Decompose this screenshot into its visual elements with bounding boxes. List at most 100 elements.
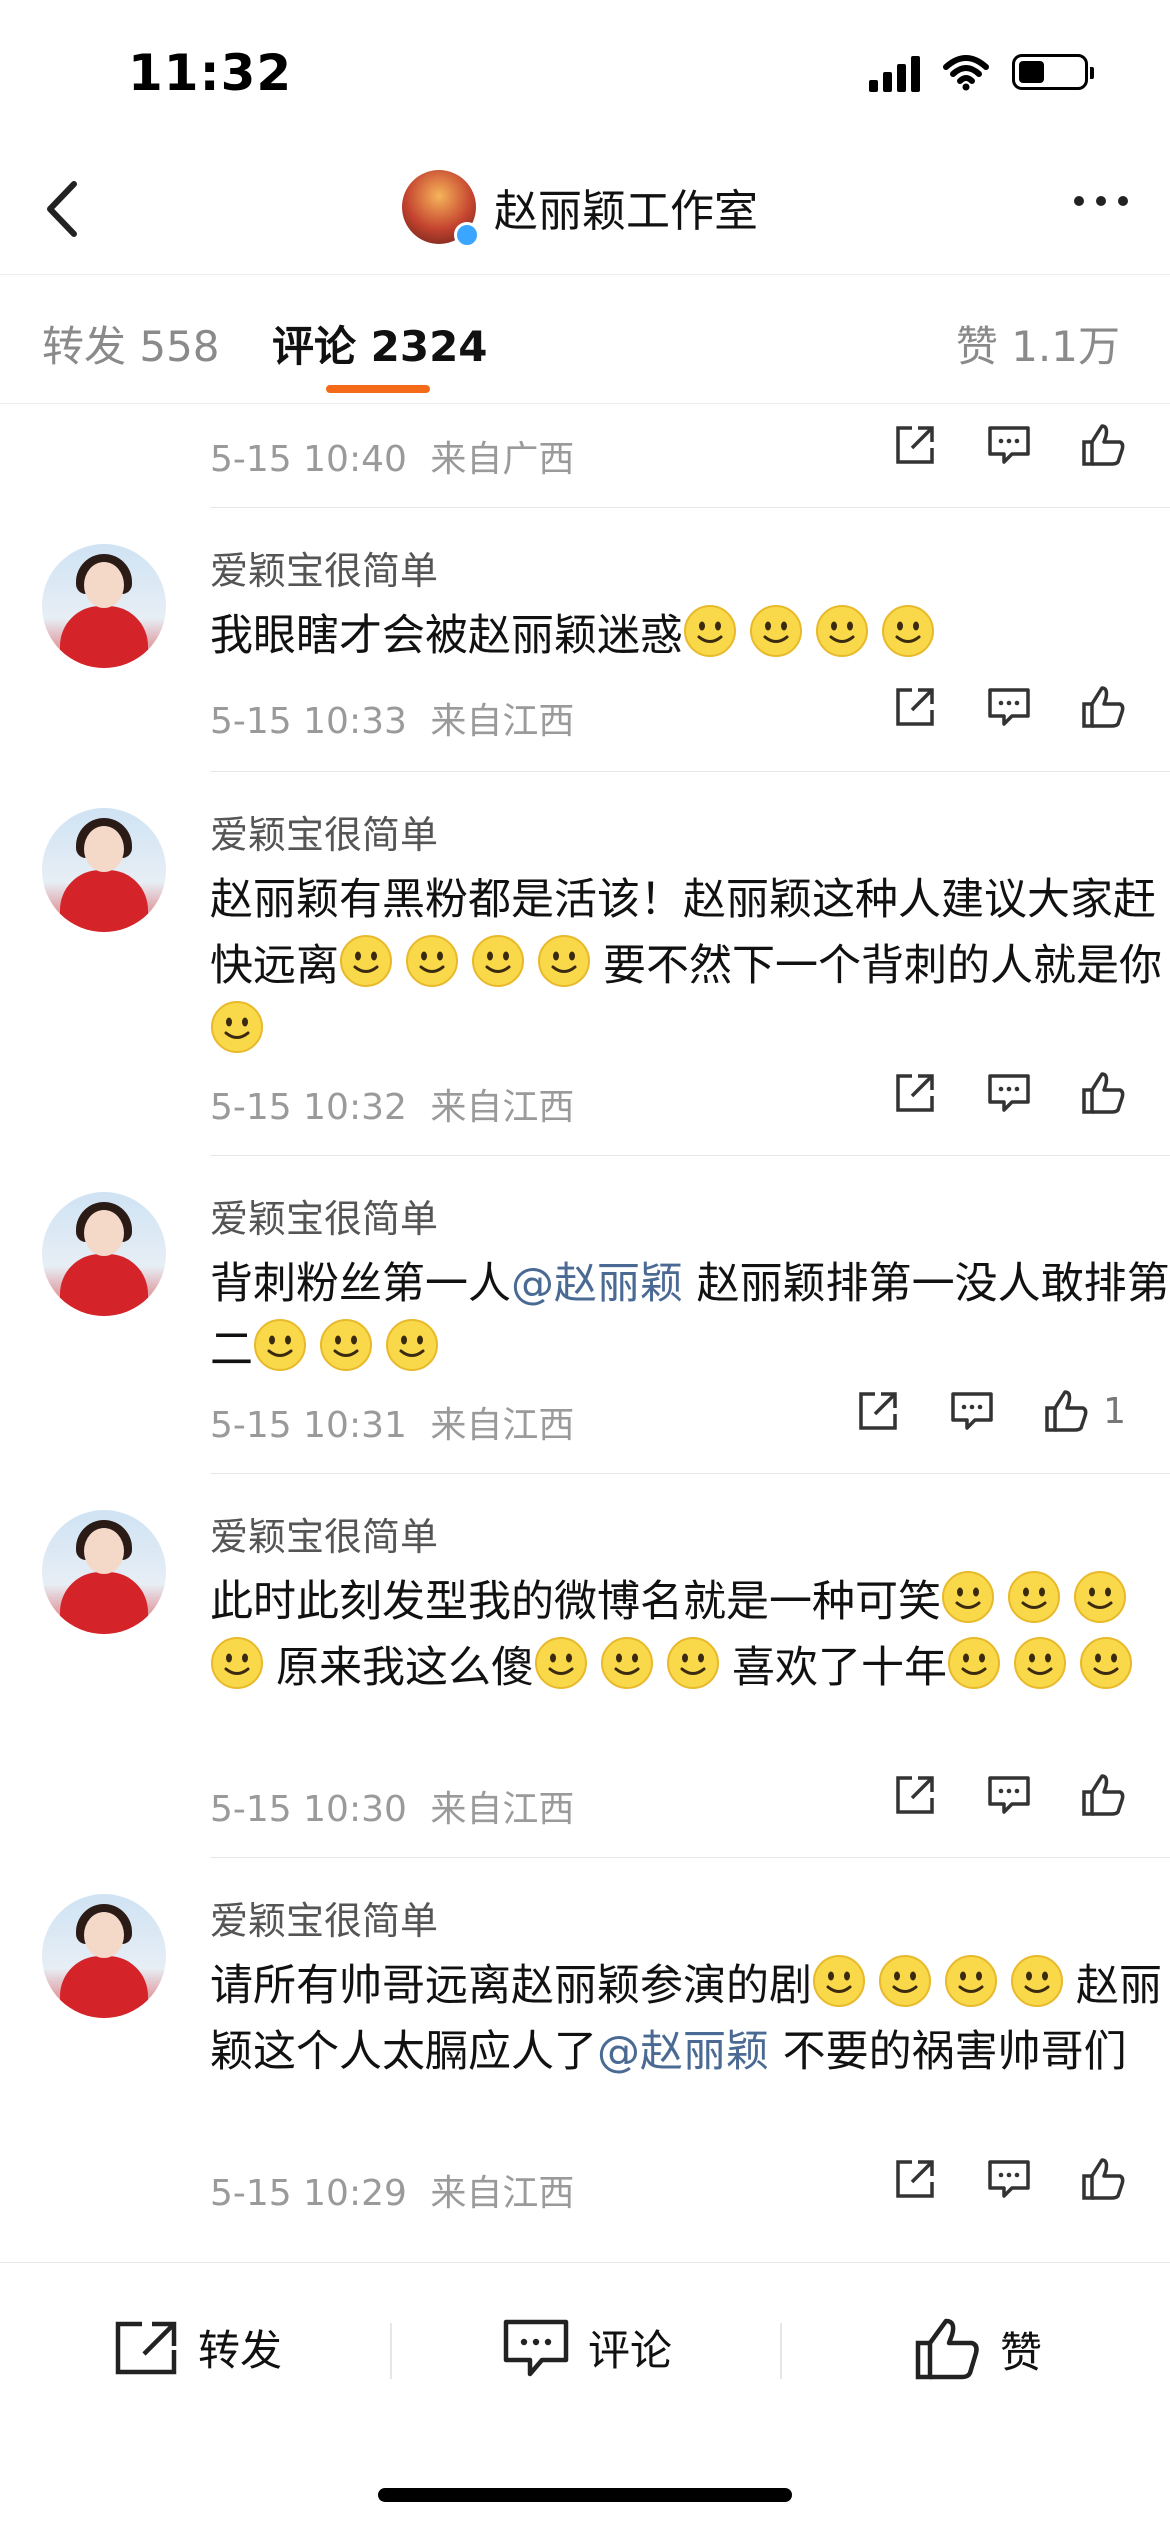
- comment-item: 爱颖宝很简单 我眼瞎才会被赵丽颖迷惑 5-15 10:33 来自江西: [0, 508, 1170, 772]
- comment-meta: 5-15 10:32 来自江西: [210, 1078, 574, 1130]
- comment-username[interactable]: 爱颖宝很简单: [210, 1506, 1170, 1561]
- divider: [780, 2323, 782, 2379]
- smiley-emoji-icon: [881, 604, 935, 658]
- mention-link[interactable]: @赵丽颖: [511, 1259, 683, 1309]
- comment-icon[interactable]: [986, 422, 1032, 468]
- comment-username[interactable]: 爱颖宝很简单: [210, 1890, 1170, 1945]
- comment-source: 来自广西: [430, 439, 575, 480]
- comment-source: 来自江西: [430, 701, 575, 742]
- emoji-group: [947, 1637, 1145, 1693]
- wifi-icon: [943, 55, 989, 91]
- comment-button[interactable]: 评论: [502, 2317, 672, 2378]
- smiley-emoji-icon: [666, 1636, 720, 1690]
- comment-icon[interactable]: [986, 2156, 1032, 2202]
- smiley-emoji-icon: [471, 934, 525, 988]
- avatar[interactable]: [42, 1192, 166, 1316]
- comment-actions: [892, 1772, 1126, 1818]
- comment-time: 5-15 10:29: [210, 2173, 407, 2214]
- comment-meta: 5-15 10:29 来自江西: [210, 2164, 574, 2216]
- repost-icon[interactable]: [892, 2156, 938, 2202]
- comment-source: 来自江西: [430, 1087, 575, 1128]
- smiley-emoji-icon: [210, 1636, 264, 1690]
- avatar[interactable]: [42, 1894, 166, 2018]
- comment-list: 5-15 10:40 来自广西 爱颖宝很简单 我眼瞎才会被赵丽颖迷惑 5-15 …: [0, 404, 1170, 2242]
- smiley-emoji-icon: [1073, 1570, 1127, 1624]
- smiley-emoji-icon: [537, 934, 591, 988]
- smiley-emoji-icon: [385, 1318, 439, 1372]
- tab-comments[interactable]: 评论 2324: [272, 313, 488, 374]
- comment-actions: [892, 422, 1126, 468]
- comment-body: 爱颖宝很简单 背刺粉丝第一人@赵丽颖 赵丽颖排第一没人敢排第二: [210, 1188, 1170, 1383]
- smiley-emoji-icon: [941, 1570, 995, 1624]
- comment-item: 5-15 10:40 来自广西: [0, 404, 1170, 508]
- comment-icon[interactable]: [986, 684, 1032, 730]
- comment-icon[interactable]: [986, 1772, 1032, 1818]
- emoji-group: [683, 605, 947, 661]
- repost-icon[interactable]: [892, 1070, 938, 1116]
- comment-actions: [892, 1070, 1126, 1116]
- like-icon[interactable]: [1080, 1772, 1126, 1818]
- comment-time: 5-15 10:31: [210, 1405, 407, 1446]
- smiley-emoji-icon: [815, 604, 869, 658]
- comment-meta: 5-15 10:33 来自江西: [210, 692, 574, 744]
- back-icon[interactable]: [30, 174, 100, 244]
- like-icon[interactable]: [1080, 422, 1126, 468]
- like-icon[interactable]: [1080, 1070, 1126, 1116]
- repost-icon[interactable]: [892, 1772, 938, 1818]
- battery-icon: [1012, 54, 1094, 90]
- comment-text-segment: 要不然下一个背刺的人就是你: [603, 941, 1162, 991]
- repost-icon[interactable]: [892, 422, 938, 468]
- tab-likes[interactable]: 赞 1.1万: [956, 313, 1120, 374]
- like-icon[interactable]: [1080, 2156, 1126, 2202]
- comment-body: 爱颖宝很简单 此时此刻发型我的微博名就是一种可笑原来我这么傻 喜欢了十年: [210, 1506, 1170, 1701]
- comment-username[interactable]: 爱颖宝很简单: [210, 804, 1170, 859]
- like-button[interactable]: 赞: [914, 2317, 1042, 2381]
- like-icon[interactable]: [1043, 1388, 1089, 1434]
- nav-bar: 赵丽颖工作室: [0, 150, 1170, 275]
- comment-icon[interactable]: [986, 1070, 1032, 1116]
- comment-time: 5-15 10:30: [210, 1789, 407, 1830]
- battery-level: [1019, 61, 1044, 83]
- mention-link[interactable]: @赵丽颖: [597, 2027, 769, 2077]
- comment-item: 爱颖宝很简单 赵丽颖有黑粉都是活该！赵丽颖这种人建议大家赶快远离 要不然下一个背刺…: [0, 772, 1170, 1156]
- comment-body: 爱颖宝很简单 请所有帅哥远离赵丽颖参演的剧 赵丽颖这个人太膈应人了@赵丽颖 不要的…: [210, 1890, 1170, 2085]
- more-options-icon[interactable]: [1074, 196, 1128, 206]
- divider: [390, 2323, 392, 2379]
- emoji-group: [812, 1955, 1076, 2011]
- like-icon[interactable]: [1080, 684, 1126, 730]
- comment-source: 来自江西: [430, 1405, 575, 1446]
- smiley-emoji-icon: [749, 604, 803, 658]
- comment-actions: 1: [855, 1388, 1126, 1434]
- comment-text-segment: 背刺粉丝第一人: [210, 1259, 511, 1309]
- repost-icon[interactable]: [892, 684, 938, 730]
- comment-meta: 5-15 10:31 来自江西: [210, 1396, 574, 1448]
- bottom-toolbar: 转发 评论 赞: [0, 2262, 1170, 2433]
- comment-icon[interactable]: [949, 1388, 995, 1434]
- account-header[interactable]: 赵丽颖工作室: [402, 170, 758, 248]
- emoji-group: [253, 1319, 451, 1375]
- comment-username[interactable]: 爱颖宝很简单: [210, 1188, 1170, 1243]
- comment-actions: [892, 2156, 1126, 2202]
- comment-label: 评论: [588, 2326, 673, 2375]
- comment-username[interactable]: 爱颖宝很简单: [210, 540, 1170, 595]
- tab-bar: 转发 558 评论 2324 赞 1.1万: [0, 275, 1170, 404]
- smiley-emoji-icon: [947, 1636, 1001, 1690]
- comment-meta: 5-15 10:30 来自江西: [210, 1780, 574, 1832]
- smiley-emoji-icon: [1010, 1954, 1064, 2008]
- avatar[interactable]: [42, 544, 166, 668]
- repost-icon: [115, 2321, 177, 2374]
- avatar[interactable]: [42, 1510, 166, 1634]
- avatar[interactable]: [42, 808, 166, 932]
- comment-text-segment: 不要的祸害帅哥们: [769, 2027, 1127, 2077]
- status-icons: [869, 52, 1094, 92]
- repost-button[interactable]: 转发: [112, 2317, 282, 2378]
- active-tab-indicator: [326, 385, 430, 393]
- comment-text: 赵丽颖有黑粉都是活该！赵丽颖这种人建议大家赶快远离 要不然下一个背刺的人就是你: [210, 867, 1170, 1065]
- tab-repost[interactable]: 转发 558: [42, 313, 220, 374]
- home-indicator: [378, 2488, 792, 2502]
- smiley-emoji-icon: [944, 1954, 998, 2008]
- smiley-emoji-icon: [1013, 1636, 1067, 1690]
- comment-text-segment: 原来我这么傻: [276, 1643, 534, 1693]
- repost-icon[interactable]: [855, 1388, 901, 1434]
- signal-icon: [869, 52, 920, 92]
